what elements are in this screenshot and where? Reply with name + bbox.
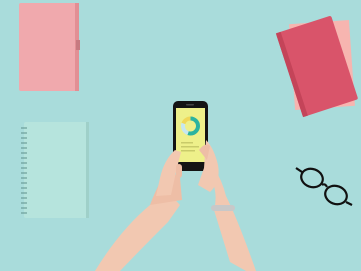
bracelet — [211, 205, 235, 211]
pink-notebook — [19, 3, 80, 91]
scene-illustration — [0, 0, 361, 271]
photo-scene — [0, 0, 361, 271]
spiral-notebook — [21, 122, 89, 218]
